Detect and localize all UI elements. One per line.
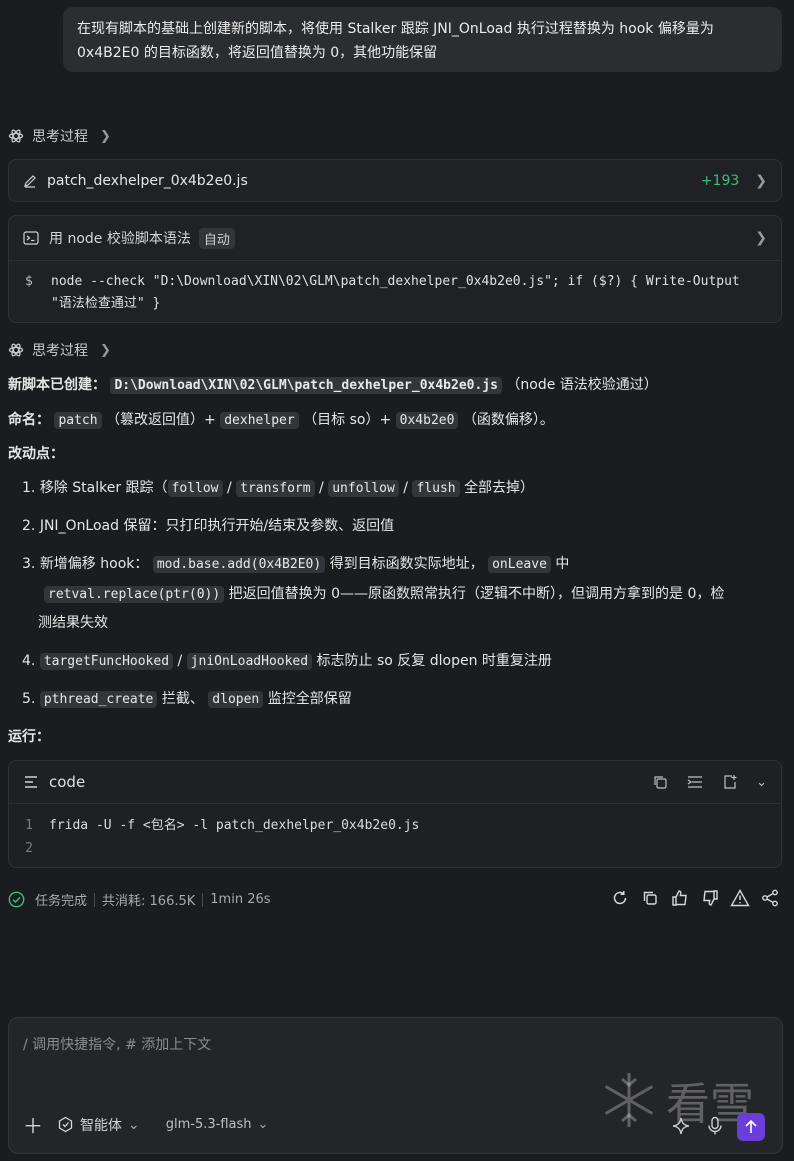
edit-pencil-icon [24,174,36,188]
model-selector[interactable]: glm-5.3-flash ⌄ [166,1117,269,1132]
send-button[interactable] [737,1113,765,1141]
thumbs-up-icon[interactable] [670,888,690,908]
thumbs-down-icon[interactable] [700,888,720,908]
copy-icon[interactable] [640,888,660,908]
thinking-icon [8,343,24,357]
message-actions [610,888,780,908]
run-heading: 运行： [8,729,50,745]
code-lines: 1 frida -U -f <包名> -l patch_dexhelper_0x… [9,804,781,860]
snowflake-icon [604,1073,654,1127]
warning-icon[interactable] [730,888,750,908]
chat-input-placeholder[interactable]: / 调用快捷指令, # 添加上下文 [23,1034,211,1054]
thinking-label: 思考过程 [32,129,88,145]
list-item: 5. pthread_create 拦截、 dlopen 监控全部保留 [22,691,352,708]
code-line: 2 [25,841,33,856]
sparkle-icon[interactable] [672,1117,690,1135]
agent-selector[interactable]: 智能体 ⌄ [57,1115,140,1135]
file-name: patch_dexhelper_0x4b2e0.js [47,172,248,189]
share-icon[interactable] [760,888,780,908]
elapsed-time: 1min 26s [210,892,271,907]
command-header[interactable]: 用 node 校验脚本语法 自动 ❯ [9,216,781,261]
chevron-right-icon: ❯ [755,230,767,246]
command-text: node --check "D:\Download\XIN\02\GLM\pat… [51,274,740,311]
list-item: 3. 新增偏移 hook： mod.base.add(0x4B2E0) 得到目标… [22,556,570,573]
add-icon[interactable]: ＋ [23,1110,43,1139]
arrow-up-icon [745,1119,757,1133]
chevron-right-icon: ❯ [100,342,111,358]
script-path: D:\Download\XIN\02\GLM\patch_dexhelper_0… [110,377,502,394]
code-lines-icon [25,776,37,788]
terminal-icon [23,231,39,245]
additions-count: +193 [700,172,740,189]
list-item-continuation: 测结果失效 [38,615,108,631]
task-complete-label: 任务完成 [35,894,88,909]
command-card: 用 node 校验脚本语法 自动 ❯ $ node --check "D:\Do… [8,215,782,323]
code-language: code [49,773,86,791]
command-title: 用 node 校验脚本语法 [49,231,191,247]
prompt-symbol: $ [25,274,33,289]
agent-icon [58,1116,73,1133]
thinking-icon [8,129,24,143]
microphone-icon[interactable] [706,1116,724,1136]
chevron-down-icon[interactable]: ⌄ [756,775,767,790]
created-line: 新脚本已创建： D:\Download\XIN\02\GLM\patch_dex… [8,377,658,394]
code-block: code ⌄ 1 frida -U -f <包名> -l patch_dexhe… [8,760,782,868]
list-item: 1. 移除 Stalker 跟踪（ follow / transform / un… [22,480,535,497]
regenerate-icon[interactable] [610,888,630,908]
copy-icon[interactable] [652,774,668,790]
chevron-down-icon: ⌄ [128,1116,140,1133]
check-circle-icon [8,891,25,908]
chevron-right-icon: ❯ [755,172,767,189]
changes-heading: 改动点： [8,446,64,462]
task-status: 任务完成 共消耗: 166.5K 1min 26s [8,890,271,909]
input-toolbar: ＋ 智能体 ⌄ glm-5.3-flash ⌄ [23,1110,268,1139]
code-line: 1 frida -U -f <包名> -l patch_dexhelper_0x… [25,818,420,833]
chevron-down-icon: ⌄ [257,1117,269,1132]
thinking-toggle[interactable]: 思考过程 ❯ [8,126,111,146]
list-item: 4. targetFuncHooked / jniOnLoadHooked 标志… [22,653,552,670]
list-item-continuation: retval.replace(ptr(0)) 把返回值替换为 0——原函数照常执… [44,580,789,609]
user-message: 在现有脚本的基础上创建新的脚本，将使用 Stalker 跟踪 JNI_OnLoa… [63,7,782,72]
auto-badge: 自动 [198,227,235,249]
list-item: 2. JNI_OnLoad 保留：只打印执行开始/结束及参数、返回值 [22,518,395,534]
token-usage: 共消耗: 166.5K [102,894,196,909]
wrap-lines-icon[interactable] [686,774,704,790]
file-change-card[interactable]: patch_dexhelper_0x4b2e0.js +193 ❯ [8,159,782,202]
insert-code-icon[interactable] [722,774,738,790]
thinking-toggle[interactable]: 思考过程 ❯ [8,340,111,360]
naming-line: 命名： patch （篡改返回值）+ dexhelper （目标 so）+ 0x… [8,412,554,429]
chevron-right-icon: ❯ [100,128,111,144]
command-body: $ node --check "D:\Download\XIN\02\GLM\p… [9,261,781,325]
thinking-label: 思考过程 [32,343,88,359]
code-block-header: code ⌄ [9,761,781,804]
